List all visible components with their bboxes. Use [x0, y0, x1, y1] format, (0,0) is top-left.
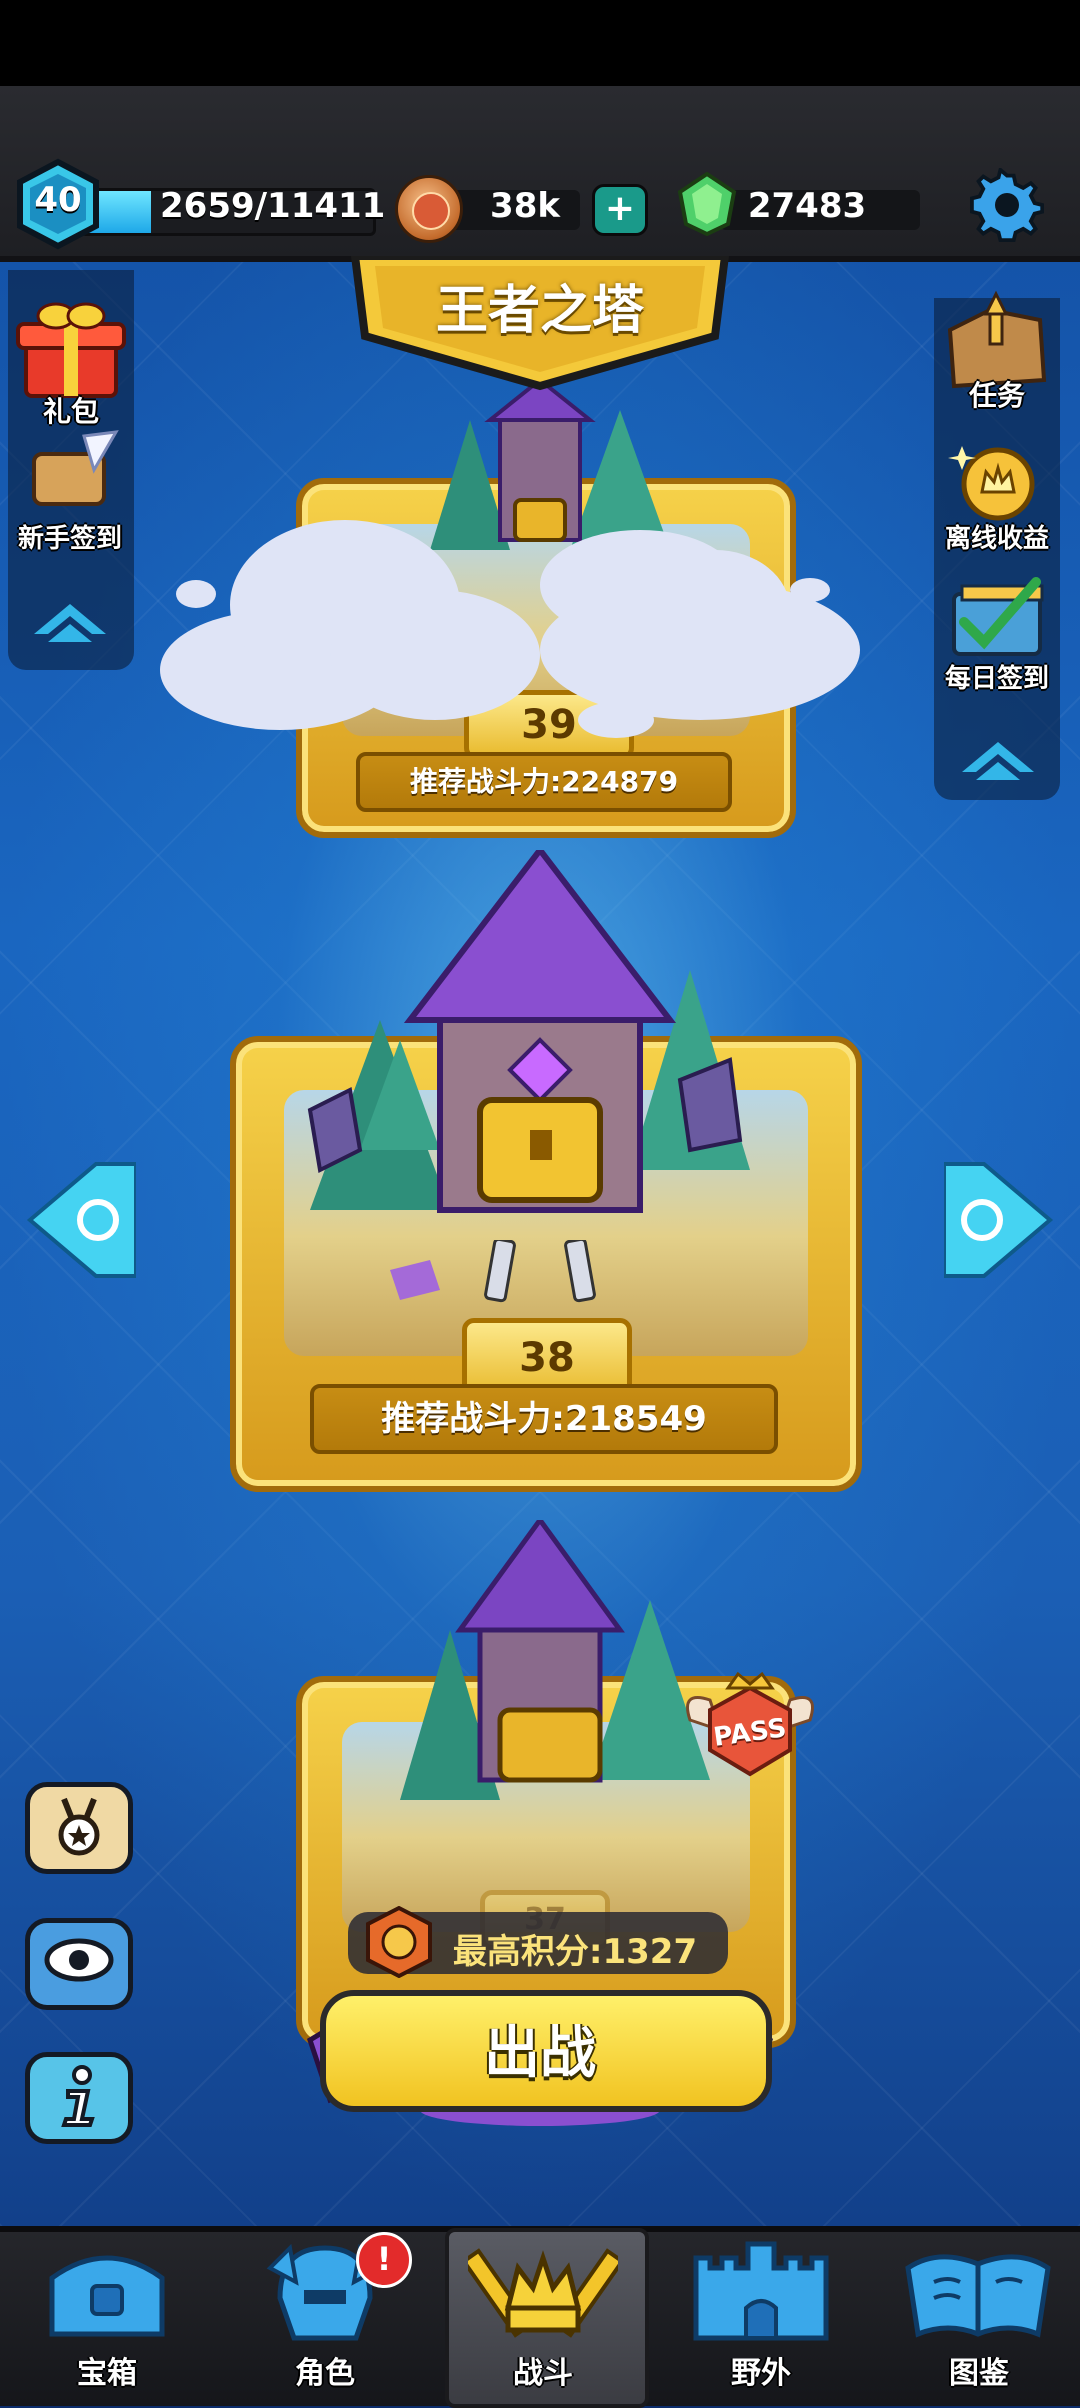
collapse-up-icon[interactable] — [30, 598, 110, 648]
character-alert-badge: ! — [356, 2232, 412, 2288]
coin-amount: 38k — [490, 186, 560, 226]
cloud — [330, 590, 540, 720]
info-icon — [61, 2065, 95, 2127]
info-button[interactable] — [25, 2052, 133, 2144]
chest-icon — [49, 2255, 165, 2337]
nav-chest[interactable]: 宝箱 — [22, 2238, 192, 2398]
nav-wild[interactable]: 野外 — [676, 2238, 846, 2398]
medal-icon — [58, 1797, 100, 1856]
score-medal-icon — [366, 1906, 432, 1978]
nav-battle-label: 战斗 — [513, 2356, 573, 2391]
nav-codex-label: 图鉴 — [949, 2356, 1009, 2391]
floor-upper-recommended: 推荐战斗力:224879 — [356, 752, 732, 812]
cloud — [176, 580, 216, 608]
crossed-swords-icon — [484, 1240, 596, 1303]
scroll-quill-icon[interactable] — [24, 430, 120, 520]
next-floor-arrow-icon[interactable] — [944, 1160, 1054, 1280]
newbie-signin-label[interactable]: 新手签到 — [0, 518, 140, 555]
add-coins-button[interactable]: + — [592, 184, 648, 236]
daily-signin-label[interactable]: 每日签到 — [930, 658, 1064, 695]
castle-icon — [693, 2241, 829, 2341]
view-button[interactable] — [25, 1918, 133, 2010]
fight-button-label[interactable]: 出战 — [320, 2008, 760, 2089]
nav-battle[interactable]: 战斗 — [458, 2238, 628, 2398]
book-icon — [905, 2254, 1051, 2338]
nav-codex[interactable]: 图鉴 — [894, 2238, 1064, 2398]
player-level: 40 — [34, 180, 82, 220]
status-bar — [0, 0, 1080, 86]
gem-amount: 27483 — [747, 186, 867, 226]
nav-character-label: 角色 — [295, 2356, 355, 2391]
cloud — [578, 702, 654, 738]
nav-wild-label: 野外 — [731, 2356, 791, 2391]
gem-icon — [677, 172, 737, 236]
gold-coin-crown-icon[interactable] — [948, 436, 1048, 526]
gift-label[interactable]: 礼包 — [8, 390, 134, 430]
eye-icon — [44, 1938, 114, 1982]
floor-current-recommended: 推荐战斗力:218549 — [310, 1384, 778, 1454]
collapse-up-icon-right[interactable] — [958, 736, 1038, 786]
offline-income-label[interactable]: 离线收益 — [930, 518, 1064, 555]
cloud — [640, 550, 790, 670]
battle-crown-icon — [468, 2248, 618, 2338]
medal-button[interactable] — [25, 1782, 133, 1874]
tower-lower-icon — [400, 1520, 710, 1800]
previous-floor-arrow-icon[interactable] — [26, 1160, 136, 1280]
task-label[interactable]: 任务 — [934, 374, 1060, 414]
nav-chest-label: 宝箱 — [77, 2356, 137, 2391]
gear-icon[interactable] — [970, 168, 1044, 242]
best-score: 最高积分:1327 — [452, 1932, 698, 1972]
coin-icon — [395, 175, 463, 243]
checkmark-book-icon[interactable] — [944, 568, 1054, 664]
page-title: 王者之塔 — [435, 281, 644, 341]
xp-text: 2659/11411 — [160, 186, 386, 226]
cloud — [790, 578, 830, 602]
